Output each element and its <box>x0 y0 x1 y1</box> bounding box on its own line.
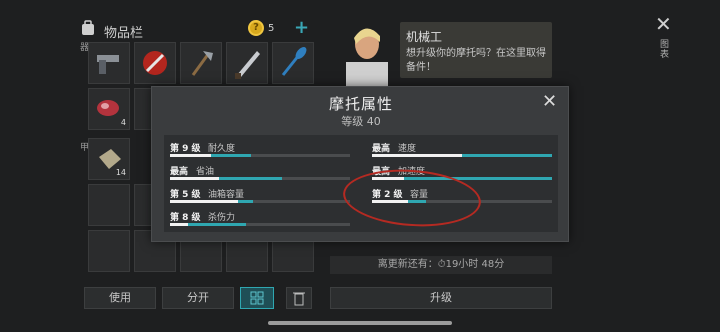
stat-durability: 第 9 级 耐久度 <box>170 141 350 161</box>
side-label: 图表 <box>660 40 670 60</box>
stat-bar <box>170 154 350 157</box>
refresh-timer: 离更新还有：⏱19小时 48分 <box>330 256 552 274</box>
split-button[interactable]: 分开 <box>162 287 234 309</box>
modal-subtitle: 等级 40 <box>341 115 381 128</box>
inventory-slot[interactable]: 14 <box>88 138 130 180</box>
stat-level: 第 9 级 <box>170 144 201 154</box>
oar-icon <box>281 47 307 76</box>
machete-icon <box>235 51 260 79</box>
stat-level: 最高 <box>170 167 189 177</box>
trash-icon <box>293 292 305 306</box>
backpack-icon <box>82 20 94 35</box>
stat-level: 第 5 级 <box>170 190 201 200</box>
inventory-title: 物品栏 <box>104 26 144 41</box>
stat-name: 速度 <box>398 144 417 154</box>
stat-bar <box>372 154 552 157</box>
delete-button[interactable] <box>286 287 312 309</box>
stat-name: 油箱容量 <box>208 190 245 200</box>
modal-title: 摩托属性 <box>328 95 393 113</box>
inventory-slot[interactable] <box>88 42 130 84</box>
inventory-slot[interactable] <box>226 42 268 84</box>
sort-grid-button[interactable] <box>240 287 274 309</box>
mechanic-portrait <box>346 28 388 86</box>
mechanic-name: 机械工 <box>406 30 443 44</box>
inventory-slot[interactable] <box>88 184 130 226</box>
stat-fuel-capacity: 第 5 级 油箱容量 <box>170 187 350 207</box>
stat-level: 第 8 级 <box>170 213 201 223</box>
no-entry-icon <box>143 51 167 75</box>
close-icon[interactable]: ✕ <box>655 12 672 36</box>
stat-fuel-economy: 最高 省油 <box>170 164 350 184</box>
mechanic-text: 想升级你的摩托吗？在这里取得备件！ <box>406 48 546 73</box>
add-coins-icon[interactable]: + <box>294 19 310 37</box>
inventory-slot[interactable]: 4 <box>88 88 130 130</box>
stat-bar <box>170 200 350 203</box>
item-count: 14 <box>115 168 126 177</box>
stat-name: 耐久度 <box>208 144 236 154</box>
stat-damage: 第 8 级 杀伤力 <box>170 210 350 230</box>
upgrade-button[interactable]: 升级 <box>330 287 552 309</box>
stat-level: 最高 <box>372 144 391 154</box>
stat-name: 杀伤力 <box>208 213 236 223</box>
pistol-icon <box>97 55 119 74</box>
stat-name: 省油 <box>196 167 215 177</box>
stat-bar <box>170 223 350 226</box>
coin-count: 5 <box>268 23 275 34</box>
stat-speed: 最高 速度 <box>372 141 552 161</box>
inventory-slot[interactable] <box>88 230 130 272</box>
close-icon[interactable]: ✕ <box>542 91 557 112</box>
moto-stats-modal: 摩托属性 等级 40 ✕ 第 9 级 耐久度 最高 速度 最高 省油 最高 加速… <box>151 86 569 242</box>
coin-icon: ? <box>248 20 264 36</box>
home-indicator[interactable] <box>268 321 452 325</box>
use-button[interactable]: 使用 <box>84 287 156 309</box>
item-count: 4 <box>120 118 126 127</box>
inventory-slot[interactable] <box>134 42 176 84</box>
inventory-slot[interactable] <box>180 42 222 84</box>
stat-bar <box>170 177 350 180</box>
grid-icon <box>250 291 264 305</box>
axe-icon <box>191 51 213 76</box>
inventory-slot[interactable] <box>272 42 314 84</box>
